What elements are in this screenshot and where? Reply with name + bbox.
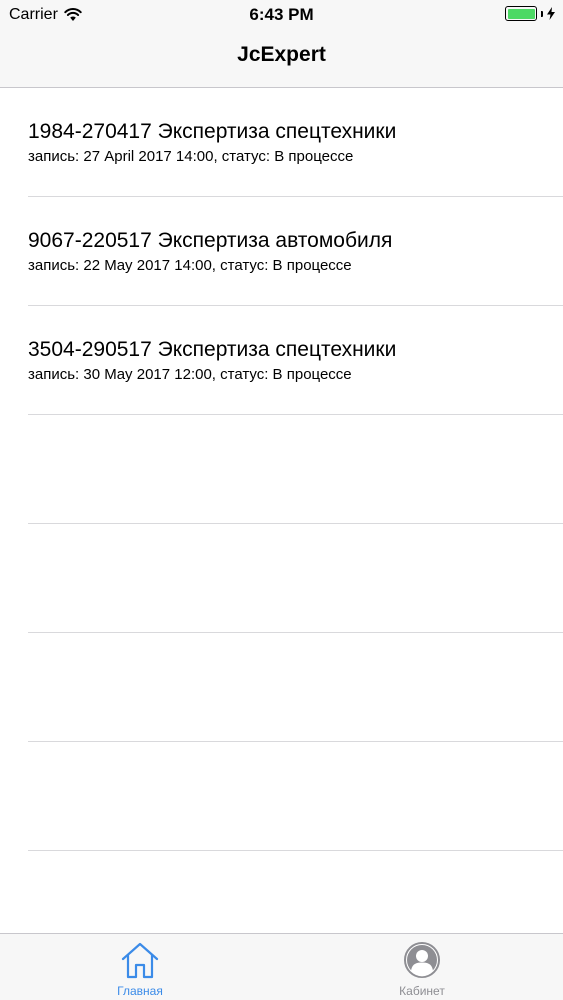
appointments-list: 1984-270417 Экспертиза спецтехники запис…	[0, 88, 563, 851]
list-item-title: 9067-220517 Экспертиза автомобиля	[28, 229, 393, 252]
list-item[interactable]: 3504-290517 Экспертиза спецтехники запис…	[0, 306, 563, 415]
list-item-title: 3504-290517 Экспертиза спецтехники	[28, 338, 397, 361]
tab-bar: Главная Кабинет	[0, 933, 563, 1000]
status-time: 6:43 PM	[249, 5, 314, 24]
row-separator	[28, 850, 563, 851]
battery-group	[505, 6, 555, 21]
page-title: JcExpert	[237, 43, 326, 66]
list-item-subtitle: запись: 27 April 2017 14:00, статус: В п…	[28, 148, 354, 165]
home-icon	[121, 942, 159, 979]
battery-level	[507, 8, 535, 19]
battery-icon	[505, 6, 537, 21]
list-item-subtitle: запись: 30 May 2017 12:00, статус: В про…	[28, 366, 352, 383]
charging-icon	[547, 7, 555, 20]
battery-tip	[541, 10, 543, 17]
empty-row	[0, 524, 563, 633]
empty-row	[0, 633, 563, 742]
status-bar: Carrier 6:43 PM	[0, 0, 563, 30]
empty-row	[0, 742, 563, 851]
list-item-subtitle: запись: 22 May 2017 14:00, статус: В про…	[28, 257, 352, 274]
list-item-title: 1984-270417 Экспертиза спецтехники	[28, 120, 397, 143]
tab-cabinet-label: Кабинет	[399, 984, 445, 998]
tab-home-label: Главная	[117, 984, 163, 998]
tab-cabinet[interactable]: Кабинет	[352, 934, 492, 1000]
list-item[interactable]: 1984-270417 Экспертиза спецтехники запис…	[0, 88, 563, 197]
empty-row	[0, 415, 563, 524]
list-item[interactable]: 9067-220517 Экспертиза автомобиля запись…	[0, 197, 563, 306]
tab-home[interactable]: Главная	[70, 934, 210, 1000]
user-profile-icon	[404, 942, 440, 978]
navigation-bar: JcExpert	[0, 30, 563, 88]
